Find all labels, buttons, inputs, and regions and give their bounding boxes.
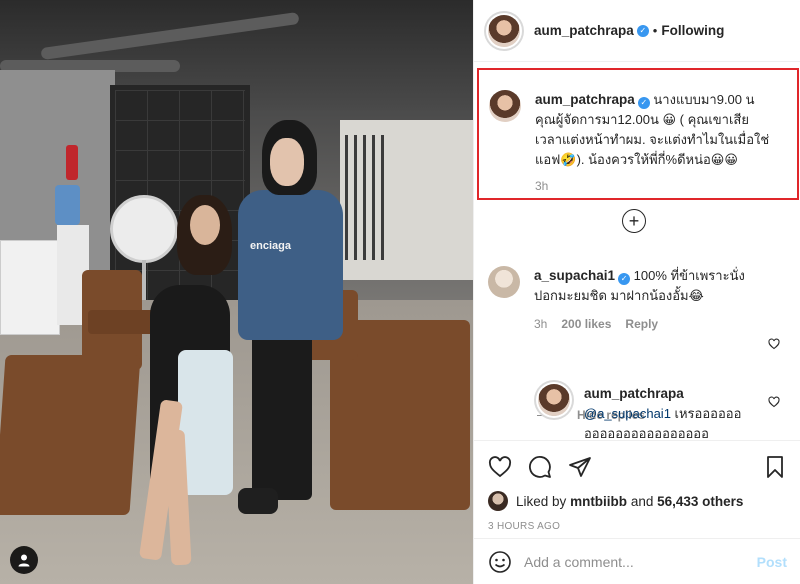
paper-plane-icon [569, 457, 591, 477]
photo-fridge [0, 240, 60, 335]
post-side-panel: aum_patchrapa ✓ • Following aum_patchrap… [473, 0, 800, 584]
emoji-icon[interactable] [488, 550, 512, 574]
caption-username[interactable]: aum_patchrapa [535, 92, 635, 107]
comments-area[interactable]: aum_patchrapa ✓ นางแบบมา9.00 น คุณผู้จัดก… [474, 62, 800, 440]
reply-body: aum_patchrapa @a_supachai1 เหรออออออ อออ… [584, 384, 784, 440]
user-icon [18, 554, 30, 567]
comment-reply-button[interactable]: Reply [625, 314, 658, 334]
likes-and: and [630, 493, 654, 509]
comment-likes[interactable]: 200 likes [561, 314, 611, 334]
likes-prefix: Liked by [516, 493, 567, 509]
caption-avatar[interactable] [489, 90, 521, 122]
author-info: aum_patchrapa ✓ • Following [534, 23, 724, 38]
author-username[interactable]: aum_patchrapa [534, 23, 634, 38]
photo-chair [0, 355, 141, 515]
bookmark-icon [767, 456, 783, 478]
caption-text: นางแบบมา9.00 น [653, 92, 755, 107]
photo-man-shoe [238, 488, 278, 514]
photo-fan [110, 195, 178, 263]
heart-icon [488, 456, 512, 478]
post-timestamp[interactable]: 3 HOURS AGO [488, 521, 787, 532]
reply-item: aum_patchrapa @a_supachai1 เหรออออออ อออ… [538, 384, 800, 440]
reply-text: เหรออออออ [670, 406, 742, 421]
commenter-username[interactable]: a_supachai1 [534, 268, 615, 283]
share-button[interactable] [568, 455, 592, 479]
caption-body: aum_patchrapa ✓ นางแบบมา9.00 น คุณผู้จัดก… [535, 90, 769, 198]
like-button[interactable] [488, 455, 512, 479]
save-button[interactable] [763, 455, 787, 479]
reply-mention[interactable]: @a_supachai1 [584, 406, 671, 421]
comment-text: 100% ที่ข้าเพราะนั่ง [633, 268, 745, 283]
likes-count[interactable]: 56,433 others [657, 494, 743, 509]
photo-panel-grid [115, 90, 245, 300]
comment-text: ปอกมะยมชิด มาฝากน้องอั้ม😂 [534, 288, 704, 303]
reply-text: ออออออออออออออออ [584, 426, 709, 440]
photo-man-pants [252, 330, 312, 500]
likes-summary: Liked by mntbiibb and 56,433 others [488, 491, 787, 511]
comment-bubble-icon [529, 456, 551, 478]
liker-avatar[interactable] [488, 491, 508, 511]
caption-time: 3h [535, 179, 549, 193]
comment-button[interactable] [528, 455, 552, 479]
caption-highlight: aum_patchrapa ✓ นางแบบมา9.00 น คุณผู้จัดก… [477, 68, 799, 200]
reply-username[interactable]: aum_patchrapa [584, 386, 684, 401]
verified-badge-icon: ✓ [636, 24, 649, 37]
photo-rack [345, 135, 390, 260]
reply-avatar[interactable] [538, 384, 570, 416]
comment-meta: 3h 200 likes Reply [534, 314, 764, 334]
photo-jacket-logo: enciaga [250, 240, 291, 252]
photo-man-jacket [238, 190, 343, 340]
comment-time[interactable]: 3h [534, 314, 547, 334]
load-more-comments-button[interactable]: + [622, 209, 646, 233]
post-header: aum_patchrapa ✓ • Following [474, 0, 800, 62]
verified-badge-icon: ✓ [618, 273, 631, 285]
caption-text: คุณผู้จัดการมา12.00น 😀 ( คุณเขาเสีย [535, 112, 749, 127]
commenter-avatar[interactable] [488, 266, 520, 298]
post-comment-button[interactable]: Post [757, 554, 787, 570]
photo-extinguisher [66, 145, 78, 180]
reply-like-heart-icon[interactable] [768, 396, 780, 408]
post-actions: Liked by mntbiibb and 56,433 others 3 HO… [474, 440, 800, 532]
liker-username[interactable]: mntbiibb [570, 494, 627, 509]
action-icons [488, 449, 787, 485]
comment-item: a_supachai1 ✓ 100% ที่ข้าเพราะนั่ง ปอกมะย… [488, 266, 800, 334]
author-avatar[interactable] [488, 14, 520, 47]
photo-man-face [270, 138, 304, 186]
comment-like-heart-icon[interactable] [768, 338, 780, 350]
photo-water-bottle [55, 185, 80, 225]
caption-line: aum_patchrapa ✓ นางแบบมา9.00 น [535, 90, 769, 110]
separator-dot: • [652, 23, 658, 38]
following-button[interactable]: Following [661, 23, 724, 38]
photo-fan-pole [142, 260, 146, 300]
caption-text: แอฟ🤣). น้องควรให้พี่กี่%ดีหน่อ😀😀 [535, 152, 738, 167]
post-photo[interactable]: enciaga [0, 0, 473, 584]
comment-input[interactable] [524, 553, 757, 570]
plus-icon: + [628, 211, 640, 231]
verified-badge-icon: ✓ [637, 97, 650, 109]
photo-woman-face [190, 205, 220, 245]
comment-composer: Post [474, 538, 800, 584]
comment-body: a_supachai1 ✓ 100% ที่ข้าเพราะนั่ง ปอกมะย… [534, 266, 764, 334]
tagged-users-button[interactable] [10, 546, 38, 574]
caption-text: เวลาแต่งหน้าทำผม. จะแต่งทำไมในเมื่อใช่ [535, 132, 770, 147]
